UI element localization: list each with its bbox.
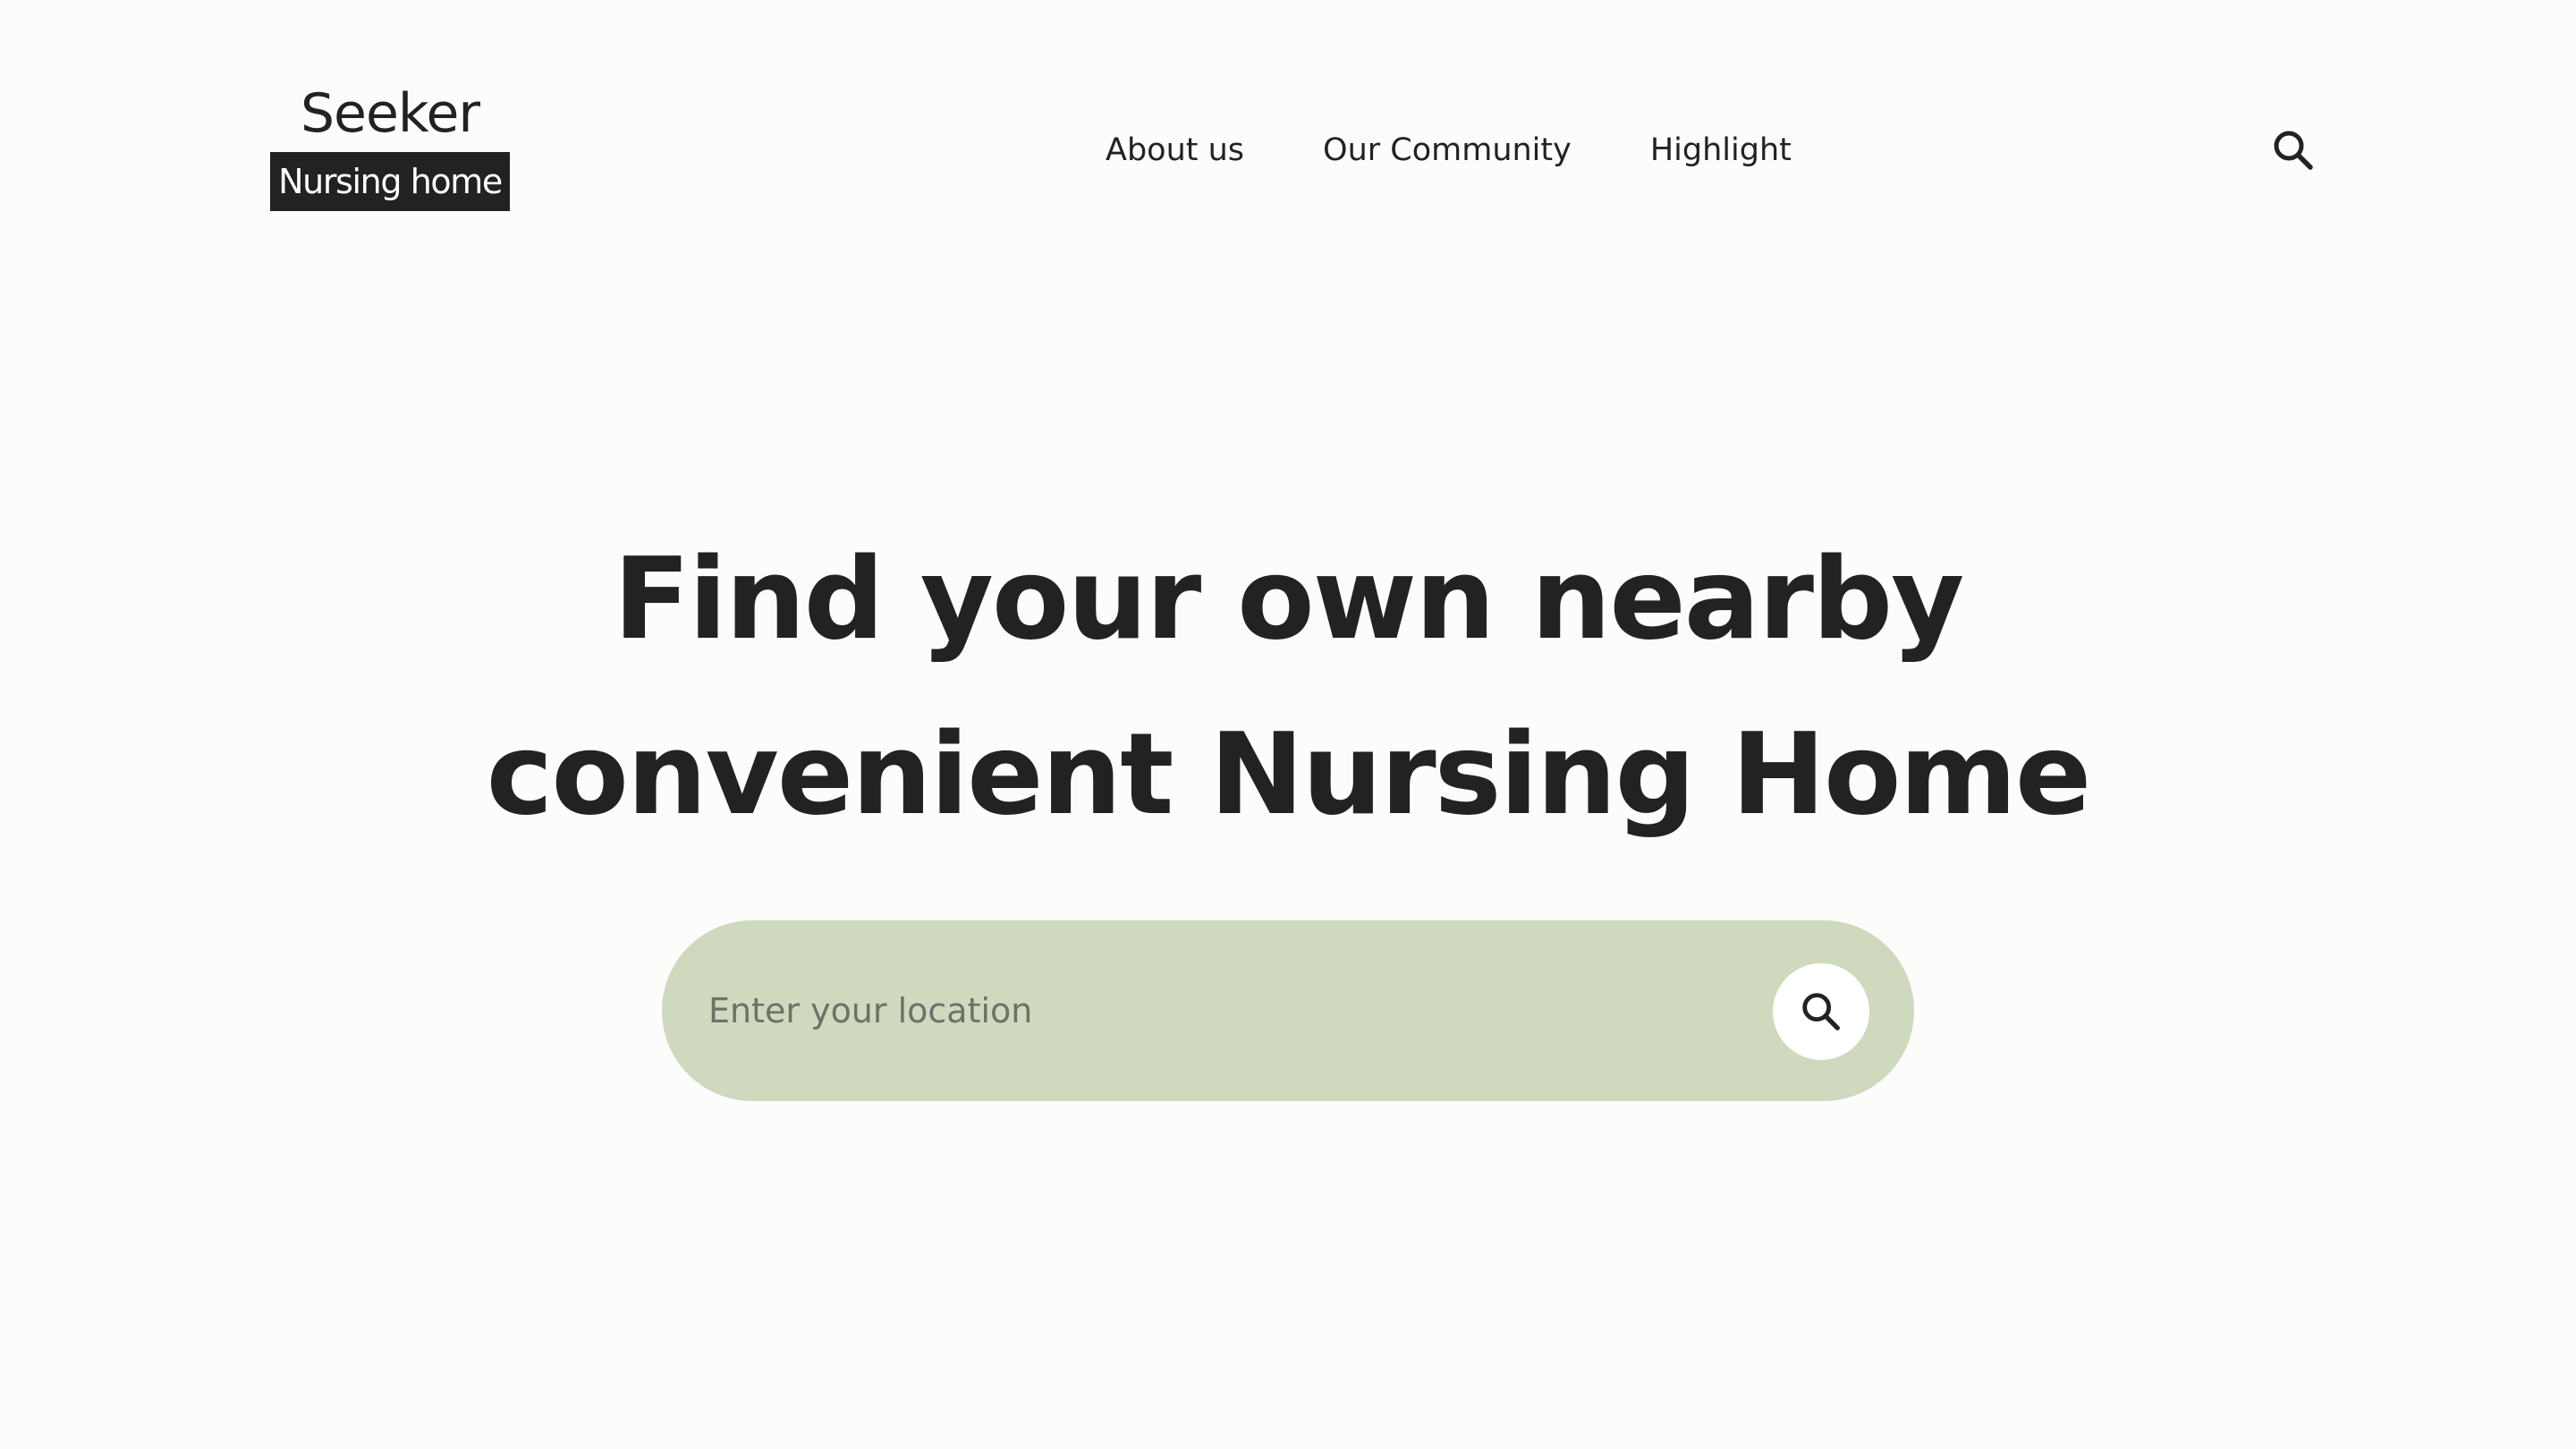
search-icon [2274, 131, 2313, 170]
location-search-input[interactable] [708, 970, 1674, 1051]
brand-name: Seeker [300, 82, 480, 145]
nav-item-highlight[interactable]: Highlight [1650, 132, 1792, 168]
brand-tagline: Nursing home [270, 152, 510, 211]
search-icon [1802, 993, 1840, 1030]
location-search-bar [662, 920, 1914, 1101]
location-search-button[interactable] [1773, 963, 1869, 1060]
hero-title-line-1: Find your own nearby [613, 533, 1965, 665]
nav-item-our-community[interactable]: Our Community [1323, 132, 1572, 168]
nav-item-about-us[interactable]: About us [1106, 132, 1244, 168]
hero-title: Find your own nearby convenient Nursing … [0, 512, 2576, 862]
brand-logo[interactable]: Seeker Nursing home [270, 82, 510, 211]
header-search-button[interactable] [2270, 127, 2317, 174]
main-nav: About us Our Community Highlight [1106, 127, 1792, 174]
hero-title-line-2: convenient Nursing Home [486, 708, 2092, 840]
